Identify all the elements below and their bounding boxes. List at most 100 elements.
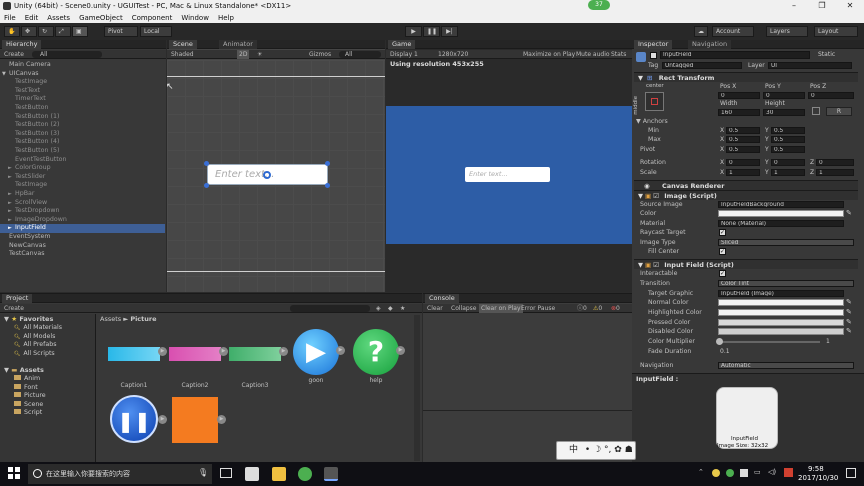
eyedropper-icon[interactable]: ✎ xyxy=(846,318,852,326)
hierarchy-item[interactable]: ► HpBar xyxy=(0,190,165,199)
filter-icon[interactable]: ◈ xyxy=(376,304,381,313)
preview-arrow-icon[interactable]: ▶ xyxy=(217,415,226,424)
stats-toggle[interactable]: Stats xyxy=(611,50,626,59)
expand-right-icon[interactable]: ► xyxy=(8,207,15,216)
lighting-icon[interactable]: ☀ xyxy=(257,50,262,59)
notification-badge[interactable]: 37 xyxy=(588,0,610,10)
asset-caption2[interactable]: ▶ Caption2 xyxy=(165,339,228,389)
hand-tool-icon[interactable]: ✋ xyxy=(4,26,20,37)
tab-project[interactable]: Project xyxy=(2,294,33,303)
clock-time[interactable]: 9:58 xyxy=(808,465,824,473)
menu-assets[interactable]: Assets xyxy=(47,14,70,22)
ime-settings-icon[interactable]: ✿ xyxy=(614,445,622,455)
rect-transform-header[interactable]: ▼ ⊞ Rect Transform xyxy=(634,72,858,82)
material-field[interactable]: None (Material) xyxy=(718,220,844,227)
hierarchy-item[interactable]: TimerText xyxy=(0,95,165,104)
rot-x-field[interactable]: 0 xyxy=(726,159,760,166)
breadcrumb-assets[interactable]: Assets xyxy=(100,315,121,323)
expand-right-icon[interactable]: ► xyxy=(8,199,15,208)
notification-center-icon[interactable] xyxy=(846,468,856,478)
ime-skin-icon[interactable]: ☗ xyxy=(625,445,633,455)
hierarchy-item[interactable]: NewCanvas xyxy=(0,242,165,251)
game-input-field[interactable]: Enter text... xyxy=(465,167,550,182)
favorite-item[interactable]: 🔍︎ All Materials xyxy=(14,324,62,331)
image-script-header[interactable]: ▼ ▣ ☑ Image (Script) xyxy=(634,190,858,200)
menu-gameobject[interactable]: GameObject xyxy=(79,14,123,22)
ime-tray-icon[interactable] xyxy=(784,468,793,477)
asset-caption1[interactable]: ▶ Caption1 xyxy=(104,339,167,389)
scale-z-field[interactable]: 1 xyxy=(816,169,854,176)
hierarchy-item[interactable]: ▼ UICanvas xyxy=(0,70,165,79)
menu-file[interactable]: File xyxy=(4,14,16,22)
hierarchy-item[interactable]: TestButton (1) xyxy=(0,113,165,122)
color-multiplier-slider[interactable] xyxy=(720,341,820,343)
favorites-header[interactable]: ▼ ★ Favorites xyxy=(4,315,53,323)
hierarchy-item[interactable]: TestButton (2) xyxy=(0,121,165,130)
network-icon[interactable]: ▭ xyxy=(754,468,761,476)
favorite-item[interactable]: 🔍︎ All Prefabs xyxy=(14,341,57,348)
game-viewport[interactable]: Enter text... xyxy=(386,106,632,244)
unity-taskbar-icon[interactable] xyxy=(324,467,338,481)
width-field[interactable]: 160 xyxy=(718,109,760,116)
tray-app-icon[interactable] xyxy=(712,469,720,477)
ime-moon-icon[interactable]: ☽ xyxy=(593,445,601,455)
preview-arrow-icon[interactable]: ▶ xyxy=(396,346,405,355)
hierarchy-item[interactable]: ► TestSlider xyxy=(0,173,165,182)
input-field-script-header[interactable]: ▼ ▣ ☑ Input Field (Script) xyxy=(634,259,858,269)
pos-y-field[interactable]: 0 xyxy=(763,92,805,99)
folder-item[interactable]: Anim xyxy=(14,375,40,382)
rect-handle[interactable] xyxy=(325,183,330,188)
hierarchy-item[interactable]: Main Camera xyxy=(0,61,165,70)
hierarchy-item[interactable]: TestImage xyxy=(0,78,165,87)
hierarchy-item[interactable]: TestButton (4) xyxy=(0,138,165,147)
account-dropdown[interactable]: Account xyxy=(712,26,754,37)
color-swatch[interactable] xyxy=(718,210,844,217)
windows-start-icon[interactable] xyxy=(8,467,20,479)
tray-app-icon[interactable] xyxy=(740,469,748,477)
hierarchy-item[interactable]: ► ColorGroup xyxy=(0,164,165,173)
interactable-checkbox[interactable]: ✓ xyxy=(719,270,726,277)
tab-hierarchy[interactable]: Hierarchy xyxy=(2,40,42,49)
static-checkbox[interactable]: Static xyxy=(818,51,835,58)
resolution-dropdown[interactable]: 1280x720 xyxy=(438,50,468,59)
console-collapse-button[interactable]: Collapse xyxy=(451,304,477,313)
volume-icon[interactable]: ◁) xyxy=(768,468,776,476)
rot-y-field[interactable]: 0 xyxy=(771,159,805,166)
taskbar-search-box[interactable]: 在这里输入你要搜索的内容 🎙 xyxy=(28,464,212,484)
scene-search-input[interactable]: All xyxy=(339,51,381,58)
folder-item[interactable]: Font xyxy=(14,383,38,391)
raw-edit-button[interactable]: R xyxy=(826,107,852,116)
height-field[interactable]: 30 xyxy=(763,109,805,116)
ime-punct-icon[interactable]: °, xyxy=(604,445,611,455)
eyedropper-icon[interactable]: ✎ xyxy=(846,209,852,217)
star-icon[interactable]: ★ xyxy=(400,304,405,313)
asset-pause[interactable]: ❚❚ ▶ xyxy=(104,395,167,443)
project-scrollbar[interactable] xyxy=(414,315,420,461)
mute-audio-toggle[interactable]: Mute audio xyxy=(576,50,610,59)
target-graphic-field[interactable]: InputField (Image) xyxy=(718,290,844,297)
tag-dropdown[interactable]: Untagged xyxy=(662,62,742,69)
label-icon[interactable]: ◆ xyxy=(388,304,393,313)
hierarchy-item[interactable]: TestButton (3) xyxy=(0,130,165,139)
tab-game[interactable]: Game xyxy=(388,40,416,49)
pressed-color-swatch[interactable] xyxy=(718,319,844,326)
layers-dropdown[interactable]: Layers xyxy=(766,26,808,37)
pivot-y-field[interactable]: 0.5 xyxy=(771,146,805,153)
anchor-presets-icon[interactable] xyxy=(645,92,664,111)
cloud-icon[interactable]: ☁ xyxy=(694,26,708,37)
move-tool-icon[interactable]: ✥ xyxy=(21,26,37,37)
maximize-on-play-toggle[interactable]: Maximize on Play xyxy=(523,50,575,59)
expand-right-icon[interactable]: ► xyxy=(8,190,15,199)
favorite-item[interactable]: 🔍︎ All Models xyxy=(14,333,55,340)
menu-help[interactable]: Help xyxy=(218,14,234,22)
clock-date[interactable]: 2017/10/30 xyxy=(798,474,838,482)
menu-window[interactable]: Window xyxy=(181,14,209,22)
expand-right-icon[interactable]: ► xyxy=(8,216,15,225)
tab-animator[interactable]: Animator xyxy=(219,40,257,49)
scene-input-field[interactable]: Enter text... xyxy=(207,164,328,185)
expand-right-icon[interactable]: ► xyxy=(8,164,15,173)
fade-duration-field[interactable]: 0.1 xyxy=(720,348,730,355)
console-clear-button[interactable]: Clear xyxy=(427,304,443,313)
layer-dropdown[interactable]: UI xyxy=(768,62,852,69)
asset-goon[interactable]: ▶ ▶ goon xyxy=(286,329,346,384)
